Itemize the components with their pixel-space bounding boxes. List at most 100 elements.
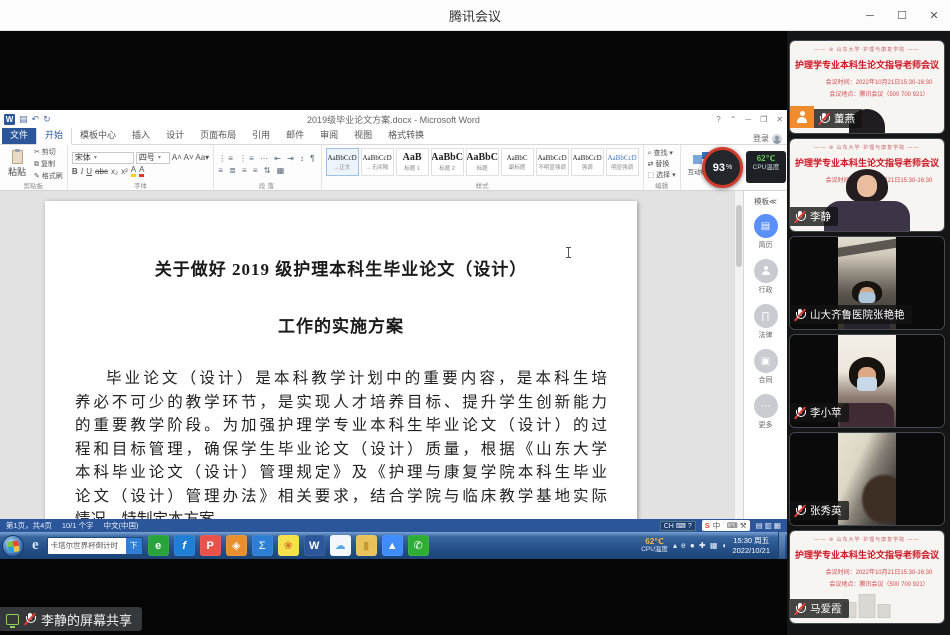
participant-tile-zhangyanyan[interactable]: 山大齐鲁医院张艳艳 <box>789 236 945 330</box>
tab-mailings[interactable]: 邮件 <box>278 126 312 144</box>
taskbar-clock[interactable]: 15:30 周五 2022/10/21 <box>732 536 773 555</box>
participant-tile-lixiaoping[interactable]: 李小苹 <box>789 334 945 428</box>
pdf-app-icon[interactable]: P <box>200 535 221 556</box>
paste-button[interactable]: 粘贴 <box>4 147 30 181</box>
panel-item-law[interactable]: ∏ 法律 <box>754 304 778 340</box>
body-line: 的重要教学阶段。为加强护理学专业本科生毕业论文（设计）的过 <box>75 414 607 438</box>
word-close-icon[interactable]: ✕ <box>776 115 783 124</box>
panel-item-resume[interactable]: ▤ 简历 <box>754 214 778 250</box>
highlight-button[interactable]: A <box>131 166 136 177</box>
login-button[interactable]: 登录 <box>753 133 785 144</box>
tab-template-center[interactable]: 模板中心 <box>72 126 124 144</box>
close-icon[interactable]: ✕ <box>918 0 950 31</box>
page-indicator[interactable]: 第1页，共4页 <box>6 520 52 531</box>
tab-view[interactable]: 视图 <box>346 126 380 144</box>
word-taskbar-icon[interactable]: W <box>304 535 325 556</box>
panel-item-more[interactable]: ⋯ 更多 <box>754 394 778 430</box>
replace-button[interactable]: ⇄ 替换 <box>648 159 676 169</box>
cloud-app-icon[interactable]: ☁ <box>330 535 351 556</box>
find-button[interactable]: ⌕ 查找 ▾ <box>648 148 676 158</box>
font-name-select[interactable]: 宋体▾ <box>72 152 134 164</box>
docs-app-icon[interactable]: ▲ <box>382 535 403 556</box>
tab-layout[interactable]: 页面布局 <box>192 126 244 144</box>
bold-button[interactable]: B <box>72 167 78 176</box>
superscript-button[interactable]: x² <box>121 167 128 176</box>
orange-app-icon[interactable]: ◈ <box>226 535 247 556</box>
photos-app-icon[interactable]: ❀ <box>278 535 299 556</box>
wechat-icon[interactable]: ✆ <box>408 535 429 556</box>
search-go-button[interactable]: 下 <box>126 538 142 554</box>
participant-sidebar: —— ⊛ 山东大学·护理与康复学院 —— 护理学专业本科生论文指导老师会议 会议… <box>787 31 950 635</box>
document-canvas[interactable]: 关于做好 2019 级护理本科生毕业论文（设计） 工作的实施方案 毕业论文（设计… <box>0 191 734 519</box>
panel-collapse[interactable]: 模板≪ <box>754 191 777 214</box>
window-controls: ─ ☐ ✕ <box>854 0 950 31</box>
paragraph-row1[interactable]: ⋮≡ ⋮≡ ⋯ ⇤ ⇥ ↕ ¶ <box>218 154 316 163</box>
panel-item-contract[interactable]: ▣ 合同 <box>754 349 778 385</box>
muted-mic-icon <box>794 308 806 322</box>
body-line: 毕业论文（设计）是本科教学计划中的重要内容，是本科生培 <box>75 367 607 391</box>
select-button[interactable]: ⬚ 选择 ▾ <box>648 170 676 180</box>
panel-item-admin[interactable]: 行政 <box>754 259 778 295</box>
language-indicator[interactable]: 中文(中国) <box>104 520 139 531</box>
folder-icon[interactable]: ▮ <box>356 535 377 556</box>
style-heading2[interactable]: AaBbC 标题 2 <box>431 148 464 176</box>
style-emphasis[interactable]: AaBbCcD 强调 <box>571 148 604 176</box>
flash-app-icon[interactable]: f <box>174 535 195 556</box>
style-intense-emphasis[interactable]: AaBbCcD 明显强调 <box>606 148 639 176</box>
scrollbar-thumb[interactable] <box>736 205 742 267</box>
minimize-icon[interactable]: ─ <box>854 0 886 31</box>
view-buttons[interactable]: ▤ ▥ ▦ <box>756 521 781 530</box>
cut-button[interactable]: ✂ 剪切 <box>34 147 63 157</box>
style-subtitle[interactable]: AaBbC 副标题 <box>501 148 534 176</box>
word-count[interactable]: 10/1 个字 <box>62 520 94 531</box>
participant-tile-dongyan[interactable]: —— ⊛ 山东大学·护理与康复学院 —— 护理学专业本科生论文指导老师会议 会议… <box>789 40 945 134</box>
language-bar[interactable]: CH ⌨ ? <box>660 521 696 531</box>
font-group: 宋体▾ 四号▾ A˄ A˅ Aa▾ B I U abc x₂ x² <box>68 145 214 190</box>
contract-icon: ▣ <box>754 349 778 373</box>
tab-insert[interactable]: 插入 <box>124 126 158 144</box>
underline-button[interactable]: U <box>86 167 92 176</box>
tab-references[interactable]: 引用 <box>244 126 278 144</box>
translator-app-icon[interactable]: Σ <box>252 535 273 556</box>
ime-toolbar[interactable]: S 中 ˙ ⌨ ⚒ <box>702 520 750 531</box>
style-title[interactable]: AaBbC 标题 <box>466 148 499 176</box>
style-normal[interactable]: AaBbCcD →正文 <box>326 148 359 176</box>
maximize-icon[interactable]: ☐ <box>886 0 918 31</box>
tab-file[interactable]: 文件 <box>2 126 36 144</box>
tab-home[interactable]: 开始 <box>36 125 72 145</box>
help-icon[interactable]: ? <box>716 115 720 124</box>
document-page[interactable]: 关于做好 2019 级护理本科生毕业论文（设计） 工作的实施方案 毕业论文（设计… <box>45 201 637 519</box>
participant-tile-lijing[interactable]: —— ⊛ 山东大学·护理与康复学院 —— 护理学专业本科生论文指导老师会议 会议… <box>789 138 945 232</box>
taskbar-search: 下 <box>47 537 143 555</box>
participant-tile-maaixia[interactable]: —— ⊛ 山东大学·护理与康复学院 —— 护理学专业本科生论文指导老师会议 会议… <box>789 530 945 624</box>
participant-tile-zhangxiuying[interactable]: 张秀英 <box>789 432 945 526</box>
tray-icons[interactable]: ▴ e ● ✚ ▦ ◖ <box>673 541 728 550</box>
ribbon-options-icon[interactable]: ⌃ <box>730 115 737 124</box>
tab-review[interactable]: 审阅 <box>312 126 346 144</box>
font-size-select[interactable]: 四号▾ <box>136 152 170 164</box>
ie-icon[interactable]: e <box>29 537 42 554</box>
style-subtle-emphasis[interactable]: AaBbCcD 不明显强调 <box>536 148 569 176</box>
italic-button[interactable]: I <box>81 167 84 176</box>
search-input[interactable] <box>48 538 126 554</box>
start-button[interactable] <box>2 535 24 557</box>
show-desktop-button[interactable] <box>778 532 785 559</box>
word-minimize-icon[interactable]: ─ <box>745 115 751 124</box>
subscript-button[interactable]: x₂ <box>111 167 118 176</box>
strikethrough-button[interactable]: abc <box>95 167 108 176</box>
copy-button[interactable]: ⧉ 复制 <box>34 159 63 169</box>
word-restore-icon[interactable]: ❐ <box>760 115 767 124</box>
paragraph-row2[interactable]: ≡ ≣ ≡ ≡ ⇅ ▦ <box>218 166 316 175</box>
browser-360-icon[interactable]: e <box>148 535 169 556</box>
cpu-temp-overlay: 62℃ CPU温度 <box>746 151 786 183</box>
tab-design[interactable]: 设计 <box>158 126 192 144</box>
font-grow-shrink[interactable]: A˄ A˅ Aa▾ <box>172 152 209 164</box>
vertical-scrollbar[interactable] <box>734 191 743 519</box>
font-color-button[interactable]: A <box>139 166 144 177</box>
style-no-spacing[interactable]: AaBbCcD →无间隔 <box>361 148 394 176</box>
tab-format-convert[interactable]: 格式转换 <box>380 126 432 144</box>
memory-usage-ball[interactable]: 93% <box>702 147 743 188</box>
letterbox-top <box>0 31 787 110</box>
document-title-line2: 工作的实施方案 <box>75 312 607 337</box>
style-heading1[interactable]: AaB 标题 1 <box>396 148 429 176</box>
